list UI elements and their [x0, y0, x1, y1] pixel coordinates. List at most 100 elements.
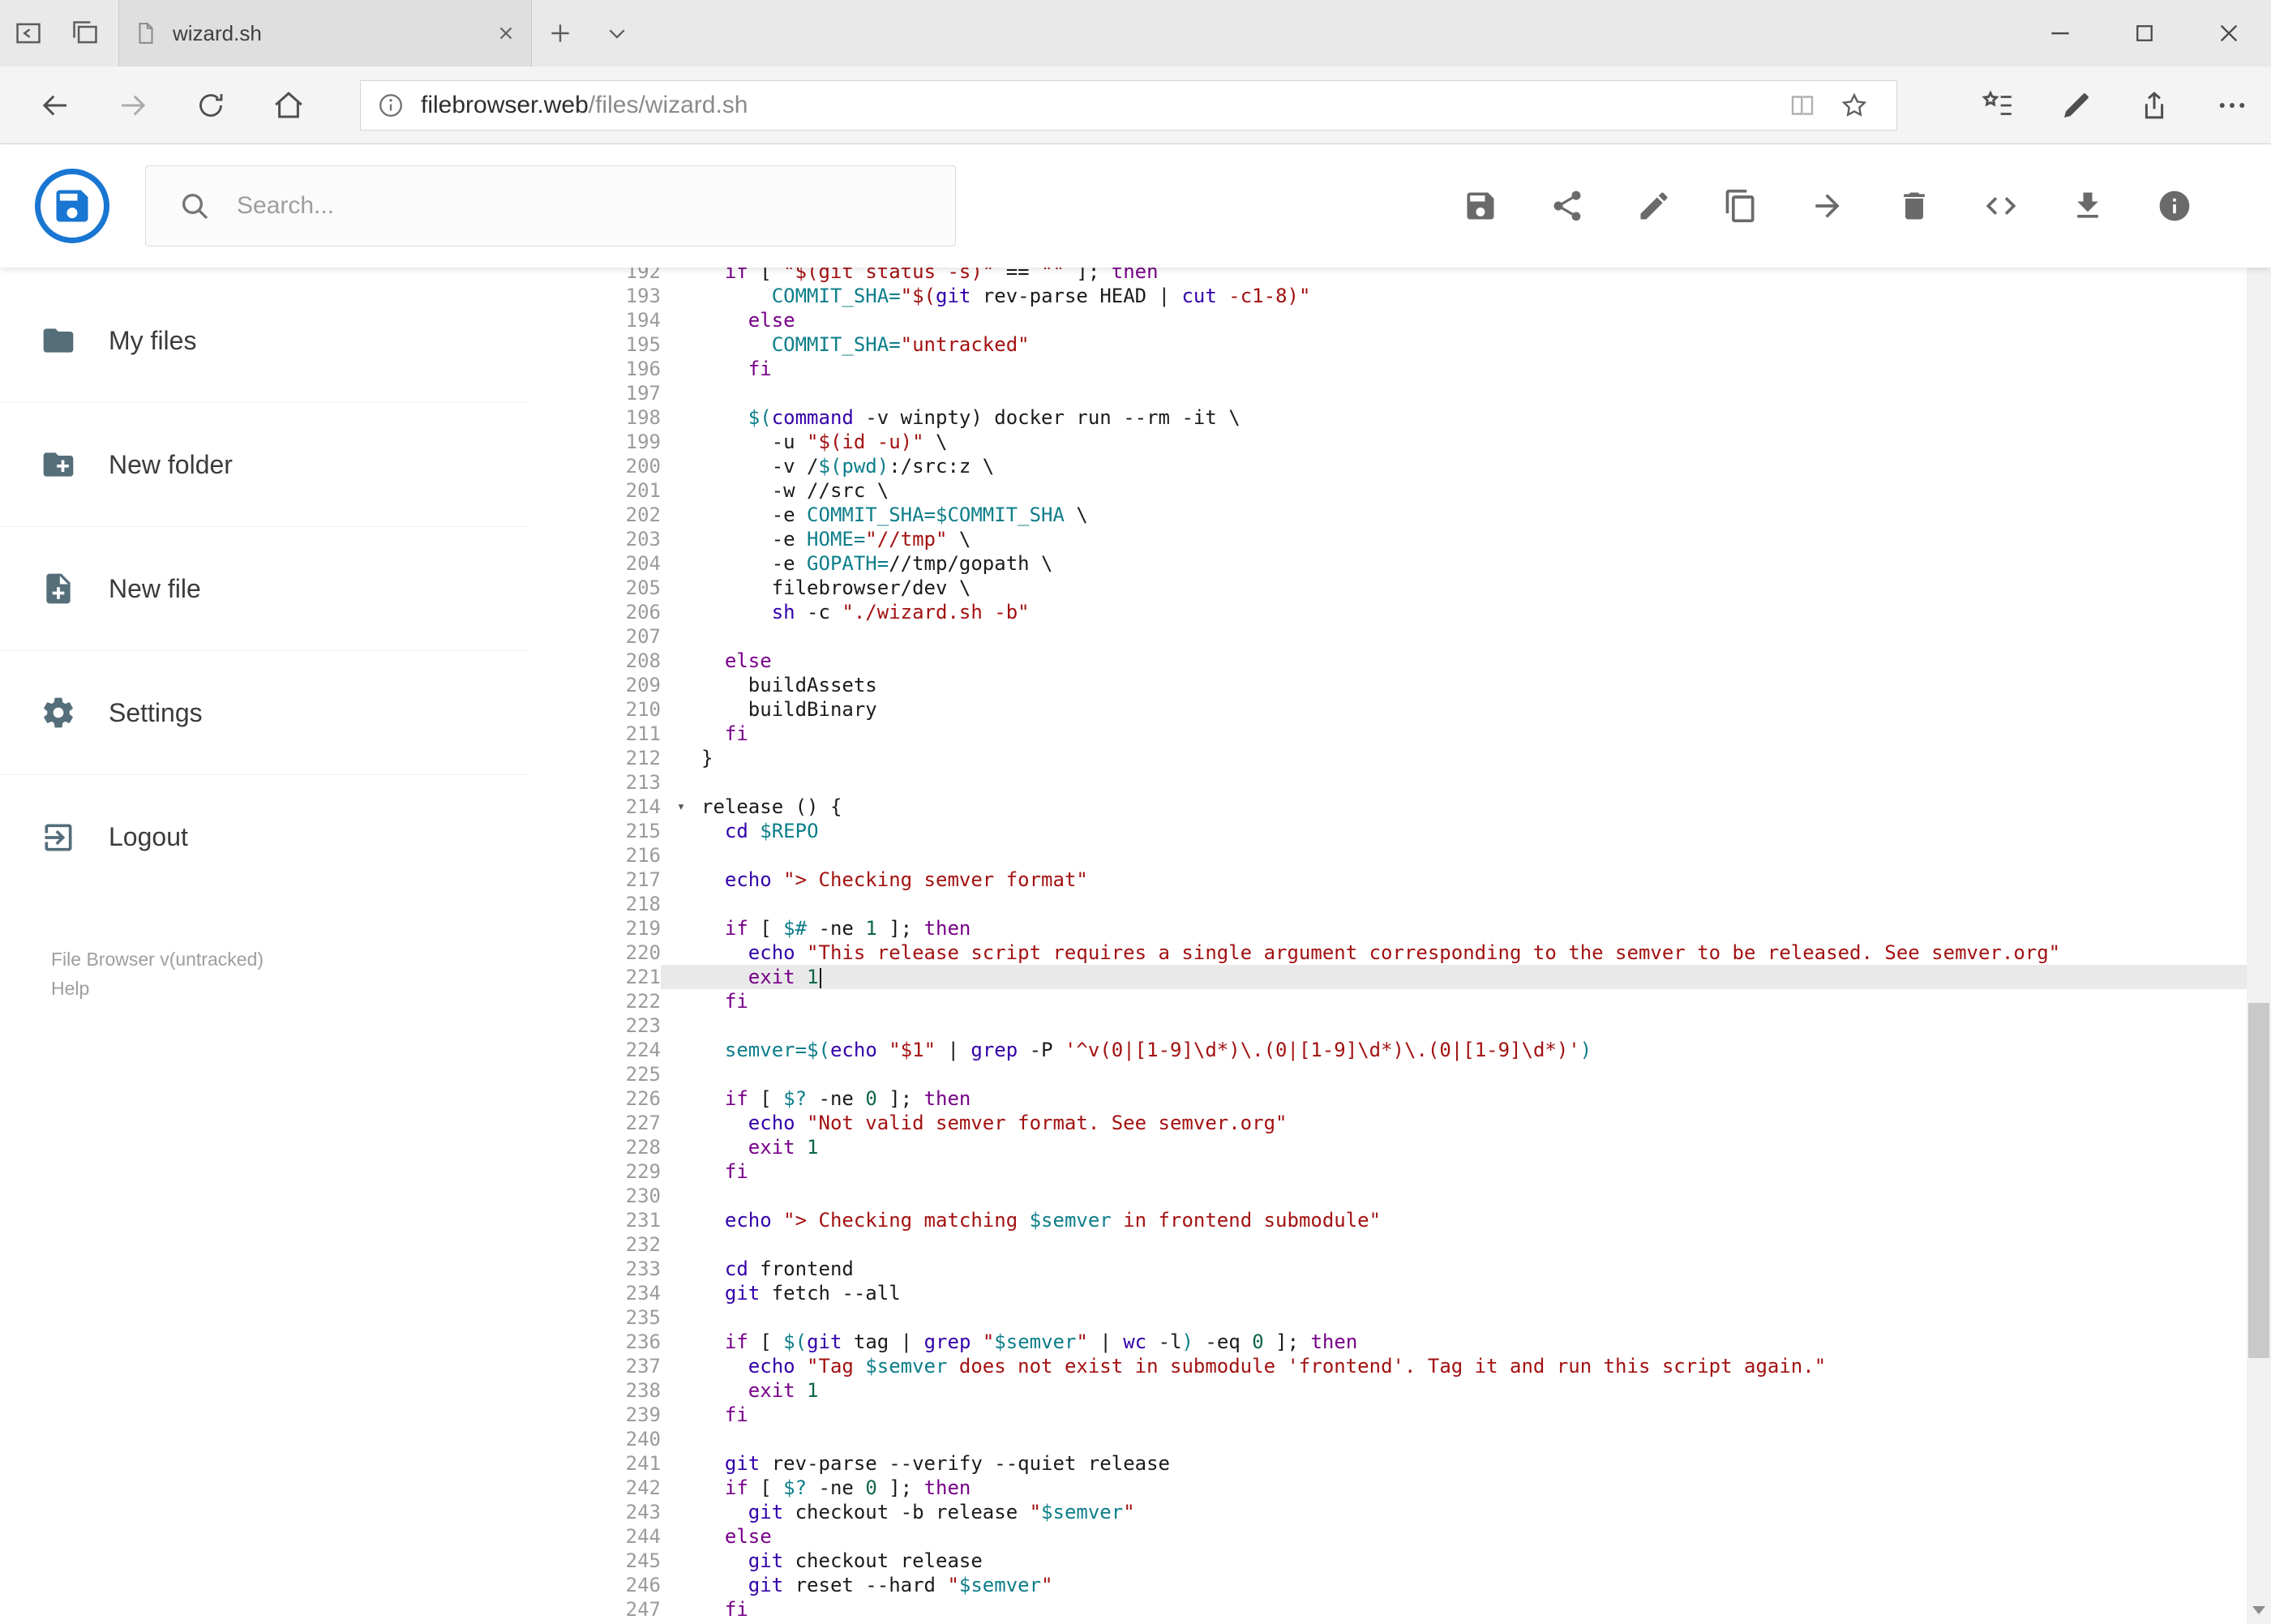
browser-tab[interactable]: wizard.sh	[118, 0, 532, 66]
sidebar-item-new-file[interactable]: New file	[0, 527, 529, 651]
sidebar-item-logout[interactable]: Logout	[0, 775, 529, 899]
code-line-216[interactable]: 216	[529, 843, 2247, 868]
share-button[interactable]	[1549, 188, 1585, 224]
sidebar-item-new-folder[interactable]: New folder	[0, 403, 529, 527]
fold-marker-icon[interactable]: ▾	[661, 795, 701, 819]
close-button[interactable]	[2187, 0, 2271, 66]
code-line-193[interactable]: 193 COMMIT_SHA="$(git rev-parse HEAD | c…	[529, 284, 2247, 308]
search-input[interactable]	[235, 191, 955, 221]
code-line-196[interactable]: 196 fi	[529, 357, 2247, 381]
tab-close-icon[interactable]	[495, 23, 516, 44]
code-line-229[interactable]: 229 fi	[529, 1159, 2247, 1184]
code-line-198[interactable]: 198 $(command -v winpty) docker run --rm…	[529, 405, 2247, 430]
refresh-button[interactable]	[172, 66, 250, 144]
help-link[interactable]: Help	[51, 974, 529, 1003]
code-line-241[interactable]: 241 git rev-parse --verify --quiet relea…	[529, 1451, 2247, 1476]
scrollbar-thumb[interactable]	[2248, 1002, 2269, 1358]
share-page-button[interactable]	[2115, 66, 2193, 144]
search-bar[interactable]	[145, 165, 956, 246]
site-info-icon[interactable]	[377, 92, 405, 119]
code-line-225[interactable]: 225	[529, 1062, 2247, 1086]
back-button[interactable]	[16, 66, 94, 144]
code-line-231[interactable]: 231 echo "> Checking matching $semver in…	[529, 1208, 2247, 1232]
filebrowser-logo[interactable]	[35, 169, 109, 243]
code-line-194[interactable]: 194 else	[529, 308, 2247, 332]
code-line-213[interactable]: 213	[529, 770, 2247, 795]
code-line-204[interactable]: 204 -e GOPATH=//tmp/gopath \	[529, 551, 2247, 576]
more-options-button[interactable]	[2193, 66, 2271, 144]
code-line-192[interactable]: 192 if [ "$(git status -s)" == "" ]; the…	[529, 268, 2247, 284]
move-button[interactable]	[1810, 188, 1845, 224]
code-line-201[interactable]: 201 -w //src \	[529, 478, 2247, 503]
home-button[interactable]	[250, 66, 328, 144]
code-line-235[interactable]: 235	[529, 1305, 2247, 1330]
code-line-220[interactable]: 220 echo "This release script requires a…	[529, 941, 2247, 965]
code-line-238[interactable]: 238 exit 1	[529, 1378, 2247, 1403]
code-line-242[interactable]: 242 if [ $? -ne 0 ]; then	[529, 1476, 2247, 1500]
info-button[interactable]	[2157, 188, 2192, 224]
code-line-236[interactable]: 236 if [ $(git tag | grep "$semver" | wc…	[529, 1330, 2247, 1354]
sidebar-item-settings[interactable]: Settings	[0, 651, 529, 775]
reading-view-button[interactable]	[1776, 91, 1828, 120]
code-line-224[interactable]: 224 semver=$(echo "$1" | grep -P '^v(0|[…	[529, 1038, 2247, 1062]
code-line-223[interactable]: 223	[529, 1013, 2247, 1038]
code-line-217[interactable]: 217 echo "> Checking semver format"	[529, 868, 2247, 892]
forward-button[interactable]	[94, 66, 172, 144]
code-line-221[interactable]: 221 exit 1	[529, 965, 2247, 989]
code-line-237[interactable]: 237 echo "Tag $semver does not exist in …	[529, 1354, 2247, 1378]
code-line-215[interactable]: 215 cd $REPO	[529, 819, 2247, 843]
url-field[interactable]: filebrowser.web/files/wizard.sh	[360, 79, 1897, 131]
page-scrollbar[interactable]	[2247, 144, 2271, 1624]
code-line-200[interactable]: 200 -v /$(pwd):/src:z \	[529, 454, 2247, 478]
code-line-232[interactable]: 232	[529, 1232, 2247, 1257]
add-favorite-button[interactable]	[1828, 91, 1880, 120]
code-line-210[interactable]: 210 buildBinary	[529, 697, 2247, 722]
code-line-228[interactable]: 228 exit 1	[529, 1135, 2247, 1159]
code-editor[interactable]: 192 if [ "$(git status -s)" == "" ]; the…	[529, 268, 2247, 1624]
code-line-239[interactable]: 239 fi	[529, 1403, 2247, 1427]
save-button[interactable]	[1463, 188, 1498, 224]
code-line-202[interactable]: 202 -e COMMIT_SHA=$COMMIT_SHA \	[529, 503, 2247, 527]
scroll-down-arrow[interactable]	[2247, 1596, 2271, 1624]
code-line-230[interactable]: 230	[529, 1184, 2247, 1208]
code-line-199[interactable]: 199 -u "$(id -u)" \	[529, 430, 2247, 454]
code-line-219[interactable]: 219 if [ $# -ne 1 ]; then	[529, 916, 2247, 941]
tabs-preview-button[interactable]	[57, 0, 114, 66]
code-line-222[interactable]: 222 fi	[529, 989, 2247, 1013]
code-line-203[interactable]: 203 -e HOME="//tmp" \	[529, 527, 2247, 551]
delete-button[interactable]	[1896, 188, 1932, 224]
copy-button[interactable]	[1723, 188, 1759, 224]
code-line-211[interactable]: 211 fi	[529, 722, 2247, 746]
download-button[interactable]	[2070, 188, 2106, 224]
code-line-205[interactable]: 205 filebrowser/dev \	[529, 576, 2247, 600]
maximize-button[interactable]	[2102, 0, 2187, 66]
code-line-207[interactable]: 207	[529, 624, 2247, 649]
raw-view-button[interactable]	[1983, 188, 2019, 224]
new-tab-button[interactable]	[532, 0, 589, 66]
code-line-246[interactable]: 246 git reset --hard "$semver"	[529, 1573, 2247, 1597]
code-line-245[interactable]: 245 git checkout release	[529, 1549, 2247, 1573]
code-line-234[interactable]: 234 git fetch --all	[529, 1281, 2247, 1305]
minimize-button[interactable]	[2018, 0, 2102, 66]
hub-favorites-button[interactable]	[1960, 66, 2037, 144]
code-line-247[interactable]: 247 fi	[529, 1597, 2247, 1622]
set-tabs-aside-button[interactable]	[0, 0, 57, 66]
code-line-226[interactable]: 226 if [ $? -ne 0 ]; then	[529, 1086, 2247, 1111]
code-line-233[interactable]: 233 cd frontend	[529, 1257, 2247, 1281]
rename-button[interactable]	[1636, 188, 1672, 224]
code-line-206[interactable]: 206 sh -c "./wizard.sh -b"	[529, 600, 2247, 624]
code-line-209[interactable]: 209 buildAssets	[529, 673, 2247, 697]
code-line-212[interactable]: 212}	[529, 746, 2247, 770]
code-line-195[interactable]: 195 COMMIT_SHA="untracked"	[529, 332, 2247, 357]
sidebar-item-my-files[interactable]: My files	[0, 279, 529, 403]
tab-preview-chevron-button[interactable]	[589, 0, 645, 66]
code-line-214[interactable]: 214 ▾ release () {	[529, 795, 2247, 819]
code-line-208[interactable]: 208 else	[529, 649, 2247, 673]
code-line-197[interactable]: 197	[529, 381, 2247, 405]
code-line-240[interactable]: 240	[529, 1427, 2247, 1451]
code-line-243[interactable]: 243 git checkout -b release "$semver"	[529, 1500, 2247, 1524]
code-line-227[interactable]: 227 echo "Not valid semver format. See s…	[529, 1111, 2247, 1135]
web-note-button[interactable]	[2037, 66, 2115, 144]
code-line-218[interactable]: 218	[529, 892, 2247, 916]
code-line-244[interactable]: 244 else	[529, 1524, 2247, 1549]
